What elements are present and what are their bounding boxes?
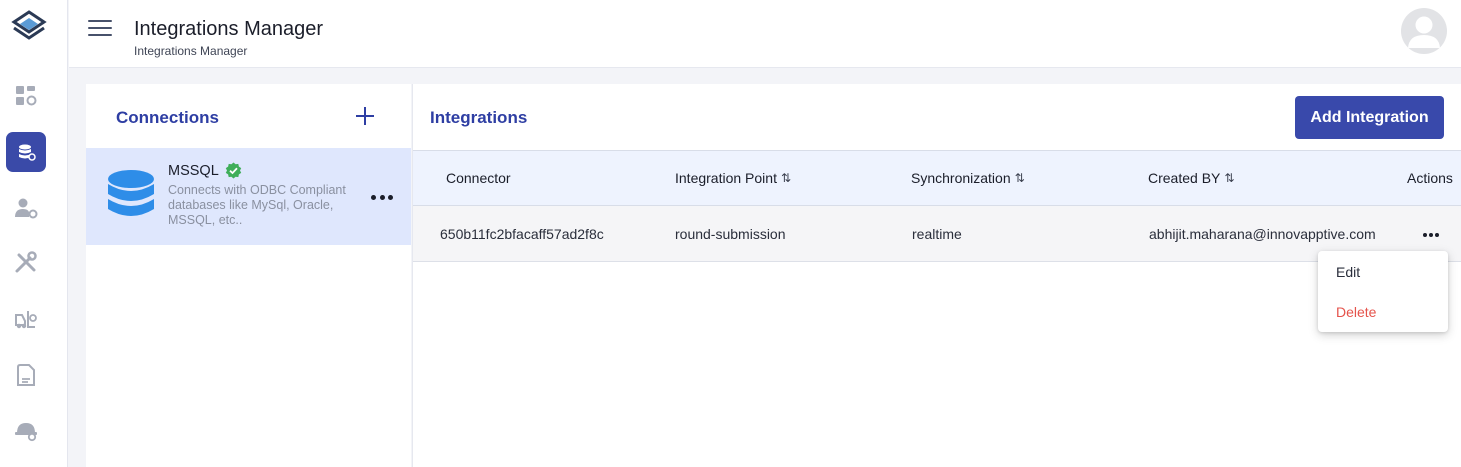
app-logo [11, 10, 47, 40]
menu-toggle-icon[interactable] [88, 20, 112, 42]
connection-description: Connects with ODBC Compliant databases l… [168, 183, 346, 227]
sidebar-item-equipment[interactable] [6, 299, 46, 339]
connection-name: MSSQL [168, 162, 219, 179]
verified-badge-icon [225, 162, 241, 179]
row-actions-menu: Edit Delete [1318, 251, 1448, 332]
row-actions-icon[interactable] [1423, 231, 1439, 239]
document-icon [17, 364, 35, 386]
sidebar-item-documents[interactable] [6, 355, 46, 395]
cell-created-by: abhijit.maharana@innovapptive.com [1149, 226, 1376, 242]
integrations-panel: Integrations Add Integration Connector I… [412, 84, 1461, 467]
cell-integration-point: round-submission [675, 226, 786, 242]
forklift-icon [15, 311, 37, 329]
column-header-connector: Connector [446, 170, 511, 186]
table-header: Connector Integration Point ⇅ Synchroniz… [413, 150, 1461, 206]
add-integration-button[interactable]: Add Integration [1295, 96, 1444, 139]
sort-icon: ⇅ [780, 171, 791, 185]
hard-hat-icon [15, 423, 37, 442]
column-header-created-by[interactable]: Created BY ⇅ [1148, 170, 1234, 186]
sidebar-item-user-settings[interactable] [6, 188, 46, 228]
connection-more-icon[interactable] [371, 190, 393, 204]
database-icon [108, 170, 154, 216]
sidebar-item-integrations[interactable] [6, 132, 46, 172]
sidebar-item-safety[interactable] [6, 410, 46, 450]
avatar-icon [1408, 16, 1440, 48]
top-bar: Integrations Manager Integrations Manage… [69, 0, 1461, 68]
connections-panel: Connections MSSQL Connects with ODBC Com… [86, 84, 411, 467]
sort-icon: ⇅ [1224, 171, 1234, 185]
cell-connector: 650b11fc2bfacaff57ad2f8c [440, 226, 604, 242]
sidebar-item-dashboard[interactable] [6, 76, 46, 116]
column-header-synchronization[interactable]: Synchronization ⇅ [911, 170, 1025, 186]
user-avatar[interactable] [1401, 8, 1447, 54]
connection-name-row: MSSQL [168, 162, 242, 179]
dashboard-settings-icon [16, 86, 37, 106]
column-header-actions: Actions [1407, 170, 1453, 186]
menu-item-delete[interactable]: Delete [1318, 293, 1448, 331]
user-settings-icon [15, 198, 38, 219]
breadcrumb: Integrations Manager [134, 44, 248, 58]
add-connection-icon[interactable] [353, 104, 377, 128]
column-header-integration-point[interactable]: Integration Point ⇅ [675, 170, 791, 186]
page-title: Integrations Manager [134, 18, 324, 40]
menu-item-edit[interactable]: Edit [1318, 253, 1448, 291]
integrations-title: Integrations [430, 108, 528, 127]
left-nav-rail [0, 0, 68, 467]
sort-icon: ⇅ [1014, 171, 1025, 185]
database-icon [19, 144, 36, 161]
table-row[interactable]: 650b11fc2bfacaff57ad2f8c round-submissio… [413, 206, 1461, 262]
cell-synchronization: realtime [912, 226, 962, 242]
connection-card[interactable]: MSSQL Connects with ODBC Compliant datab… [86, 148, 411, 245]
sidebar-item-tools[interactable] [6, 243, 46, 283]
tools-icon [15, 251, 37, 273]
connections-title: Connections [116, 108, 219, 127]
